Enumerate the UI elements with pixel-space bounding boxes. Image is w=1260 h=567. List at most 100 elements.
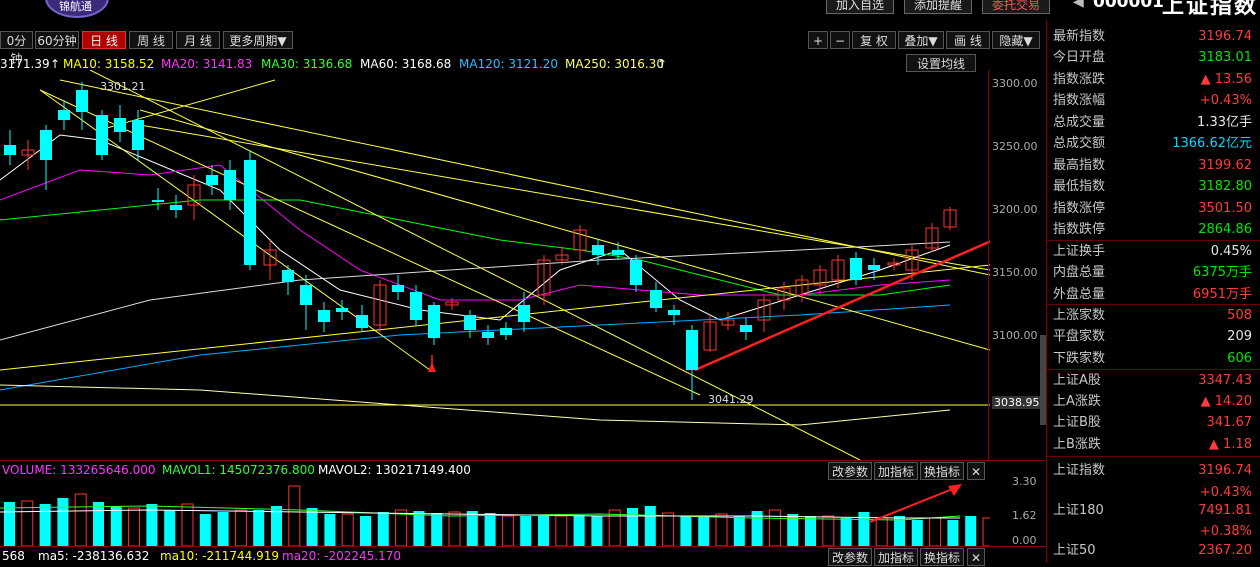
quote-value: 606 [1227,351,1252,366]
zoom-out-button[interactable]: − [830,31,850,49]
volume-bar-down [39,504,51,546]
candle-body-down [392,285,404,292]
period-0min[interactable]: 0分钟 [0,31,33,66]
quote-row: 上证换手 0.45% [1047,241,1260,262]
volume-bar-down [911,520,923,546]
candle-body-down [300,285,312,305]
lower-add-indicator-button[interactable]: 加指标 [874,548,918,566]
quote-row: 指数涨幅 +0.43% [1047,90,1260,111]
volume-bar-down [538,516,549,546]
candle-body-down [244,160,256,265]
period-daily[interactable]: 日 线 [82,31,126,49]
candle-body-down [58,110,70,120]
volume-bar-up [555,515,568,546]
quote-separator [1047,369,1260,370]
candle-body-down [4,145,16,155]
period-more[interactable]: 更多周期▼ [223,31,293,49]
volume-bar-down [573,515,585,546]
price-chart[interactable]: 3301.21 3041.29 [0,70,990,460]
index-change: +0.38% [1199,524,1252,539]
overlay-button[interactable]: 叠加▼ [898,31,944,49]
trend-line [139,109,990,351]
volume-chart[interactable] [0,478,990,546]
candle-body-down [592,245,604,255]
quote-label: 最新指数 [1053,29,1106,44]
volume-bar-down [894,516,905,546]
quote-label: 上证换手 [1053,244,1106,259]
index-value: 3196.74 [1198,463,1252,478]
quote-row: 外盘总量 6951万手 [1047,284,1260,305]
quote-label: 指数涨幅 [1053,93,1106,108]
quote-value: 2864.86 [1198,222,1252,237]
volume-bar-down [57,498,69,546]
ma20-label: MA20: 3141.83 [161,57,253,71]
period-monthly[interactable]: 月 线 [176,31,220,49]
adjust-button[interactable]: 复 权 [852,31,896,49]
quote-row: 指数涨停 3501.50 [1047,198,1260,219]
add-alert-button[interactable]: 添加提醒 [904,0,972,14]
quote-label: 上涨家数 [1053,308,1106,323]
candle-body-down [686,330,698,370]
candle-body-down [410,292,422,320]
lower-prefix: 568 [2,549,25,563]
lower-params-button[interactable]: 改参数 [828,548,872,566]
candle-body-down [428,305,440,338]
index-row[interactable]: 上证50 2367.20 [1047,540,1260,561]
candle-body-down [612,250,624,255]
quote-label: 平盘家数 [1053,329,1106,344]
candle-body-down [868,265,880,270]
volume-bar-down [377,512,389,546]
prev-stock-icon[interactable]: ◀ [1073,0,1084,10]
quote-label: 指数涨跌 [1053,72,1106,87]
price-tick-current: 3038.95 [992,396,1042,409]
candle-body-down [464,315,476,330]
candle-body-down [630,260,642,285]
draw-line-button[interactable]: 画 线 [946,31,990,49]
lower-close-icon[interactable]: ✕ [967,548,985,566]
price-tick-3150: 3150.00 [992,266,1038,279]
volume-bar-up [768,509,781,546]
low-marker: 3041.29 [708,393,754,406]
candle-body-down [114,118,126,132]
quote-label: 上B涨跌 [1053,437,1101,452]
candle-body-down [518,305,530,322]
volume-bar-down [644,506,656,546]
quote-value: 6375万手 [1192,265,1252,280]
quote-label: 最低指数 [1053,179,1106,194]
quote-value: ▲ 1.18 [1208,437,1252,452]
ma-arrow-1: ↑ [50,57,61,71]
index-row[interactable]: 上证180 7491.81 [1047,500,1260,521]
quote-row: 总成交量 1.33亿手 [1047,112,1260,133]
add-watchlist-button[interactable]: 加入自选 [826,0,894,14]
volume-bar-down [805,516,816,546]
quote-value: 6951万手 [1192,287,1252,302]
period-weekly[interactable]: 周 线 [129,31,173,49]
volume-bar-up [448,511,461,546]
candle-body-down [318,310,330,322]
trade-button[interactable]: 委托交易 [982,0,1050,14]
quote-value: 3199.62 [1198,158,1252,173]
price-tick-3300: 3300.00 [992,77,1038,90]
quote-separator [1047,456,1260,457]
volume-bar-down [324,514,336,546]
candle-body-down [96,115,108,155]
quote-row: 上证A股 3347.43 [1047,370,1260,391]
red-trend-arrow [694,240,990,372]
trend-lines [0,70,990,460]
volume-bar-down [431,513,443,546]
index-row[interactable]: 上证指数 3196.74 [1047,460,1260,481]
hide-button[interactable]: 隐藏▼ [992,31,1040,49]
period-60min[interactable]: 60分钟 [35,31,79,49]
quote-label: 下跌家数 [1053,351,1106,366]
volume-bar-down [591,516,603,546]
price-tick-3100: 3100.00 [992,329,1038,342]
lower-switch-indicator-button[interactable]: 换指标 [920,548,964,566]
lower-ma5: ma5: -238136.632 [38,549,150,563]
ma60-label: MA60: 3168.68 [360,57,452,71]
volume-bars [4,485,990,546]
quote-label: 内盘总量 [1053,265,1106,280]
quote-value: +0.43% [1199,93,1252,108]
candle-body-down [740,325,752,332]
zoom-in-button[interactable]: + [808,31,828,49]
candle-body-down [224,170,236,200]
